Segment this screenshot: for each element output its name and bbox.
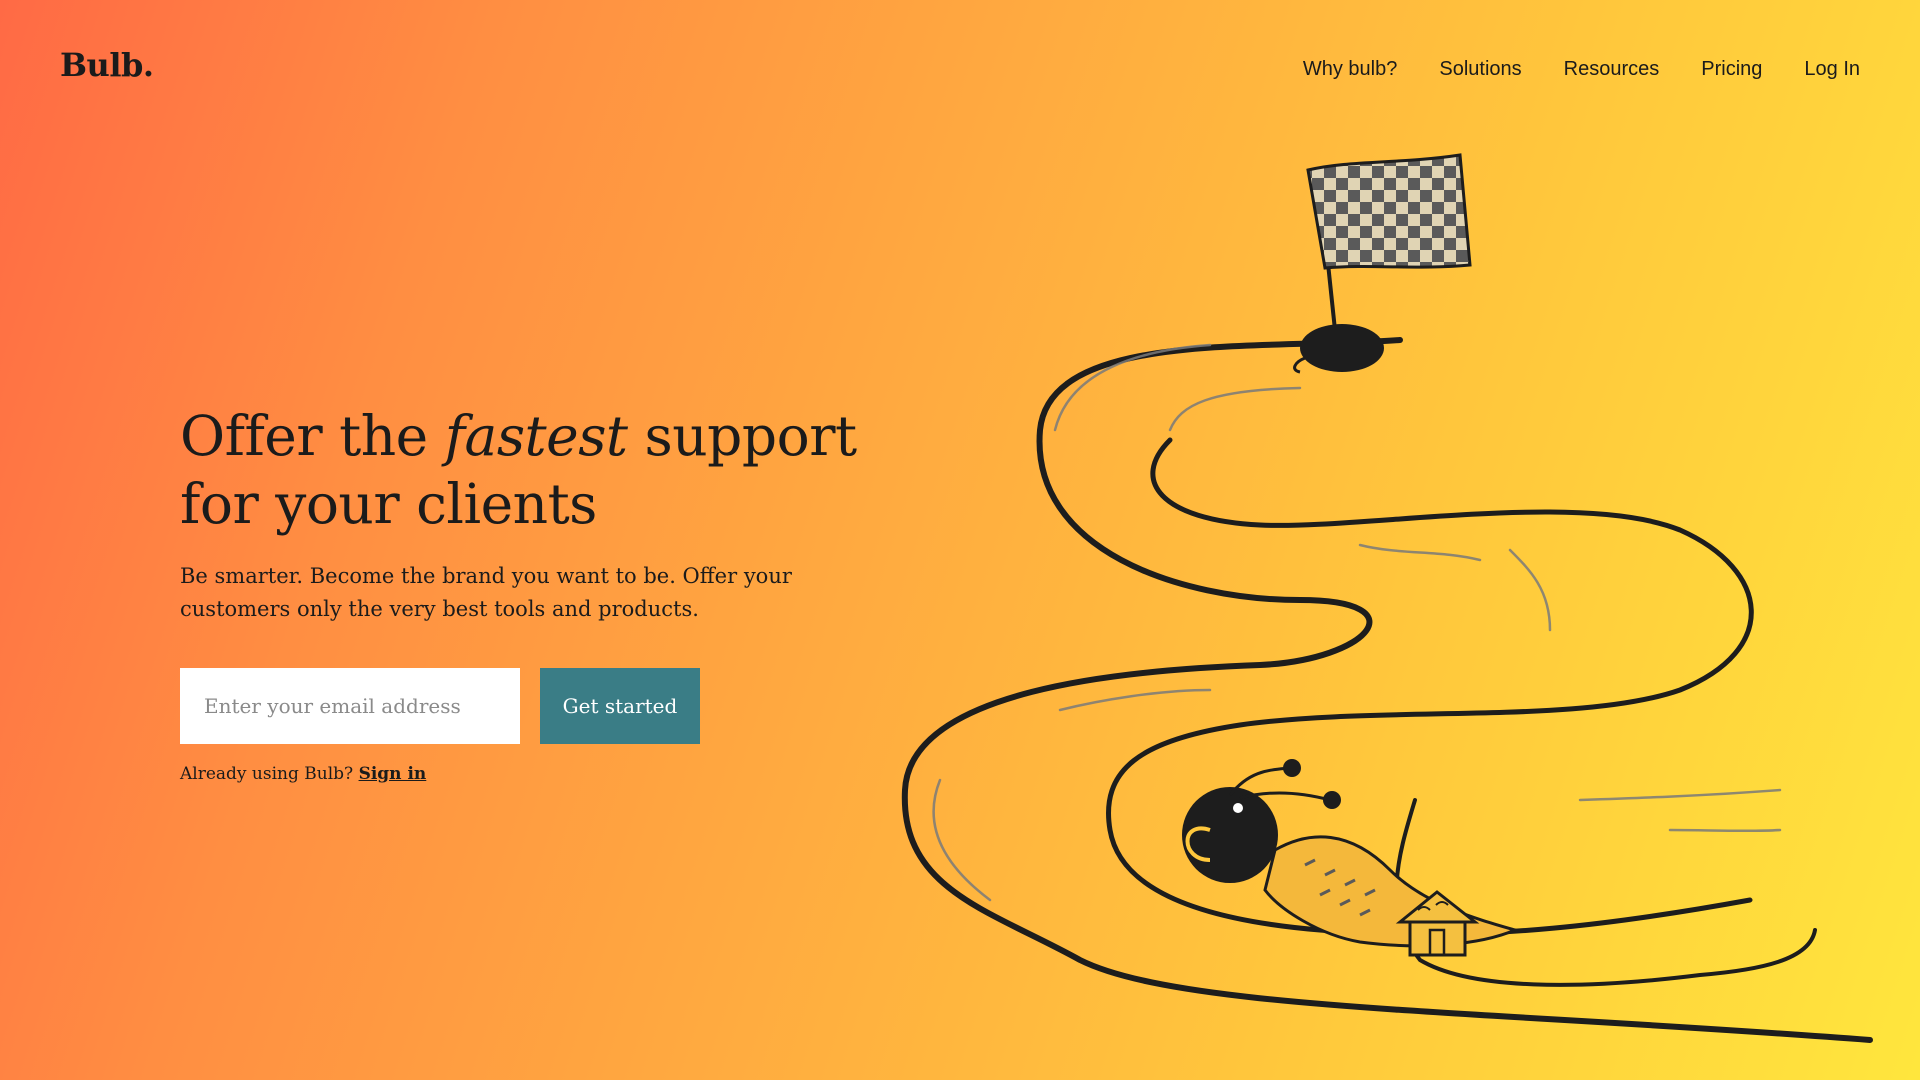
logo[interactable]: Bulb. [60, 46, 154, 84]
signin-link[interactable]: Sign in [359, 764, 427, 784]
get-started-button[interactable]: Get started [540, 668, 700, 744]
nav-why-bulb[interactable]: Why bulb? [1303, 58, 1398, 81]
race-track-illustration [901, 153, 1873, 1043]
signin-row: Already using Bulb? Sign in [180, 764, 900, 784]
nav-log-in[interactable]: Log In [1804, 58, 1860, 81]
hero-title-emphasis: fastest [444, 404, 628, 468]
top-nav: Why bulb? Solutions Resources Pricing Lo… [1261, 58, 1860, 81]
signup-form: Get started [180, 668, 900, 744]
hero-title: Offer the fastest support for your clien… [180, 402, 900, 538]
nav-solutions[interactable]: Solutions [1439, 58, 1521, 81]
nav-pricing[interactable]: Pricing [1701, 58, 1762, 81]
email-input[interactable] [180, 668, 520, 744]
road-finish-edge [1394, 798, 1817, 987]
hero-section: Offer the fastest support for your clien… [180, 402, 900, 784]
hero-title-pre: Offer the [180, 404, 445, 468]
signin-prefix: Already using Bulb? [180, 764, 354, 784]
hero-subtitle: Be smarter. Become the brand you want to… [180, 564, 792, 621]
nav-resources[interactable]: Resources [1564, 58, 1660, 81]
